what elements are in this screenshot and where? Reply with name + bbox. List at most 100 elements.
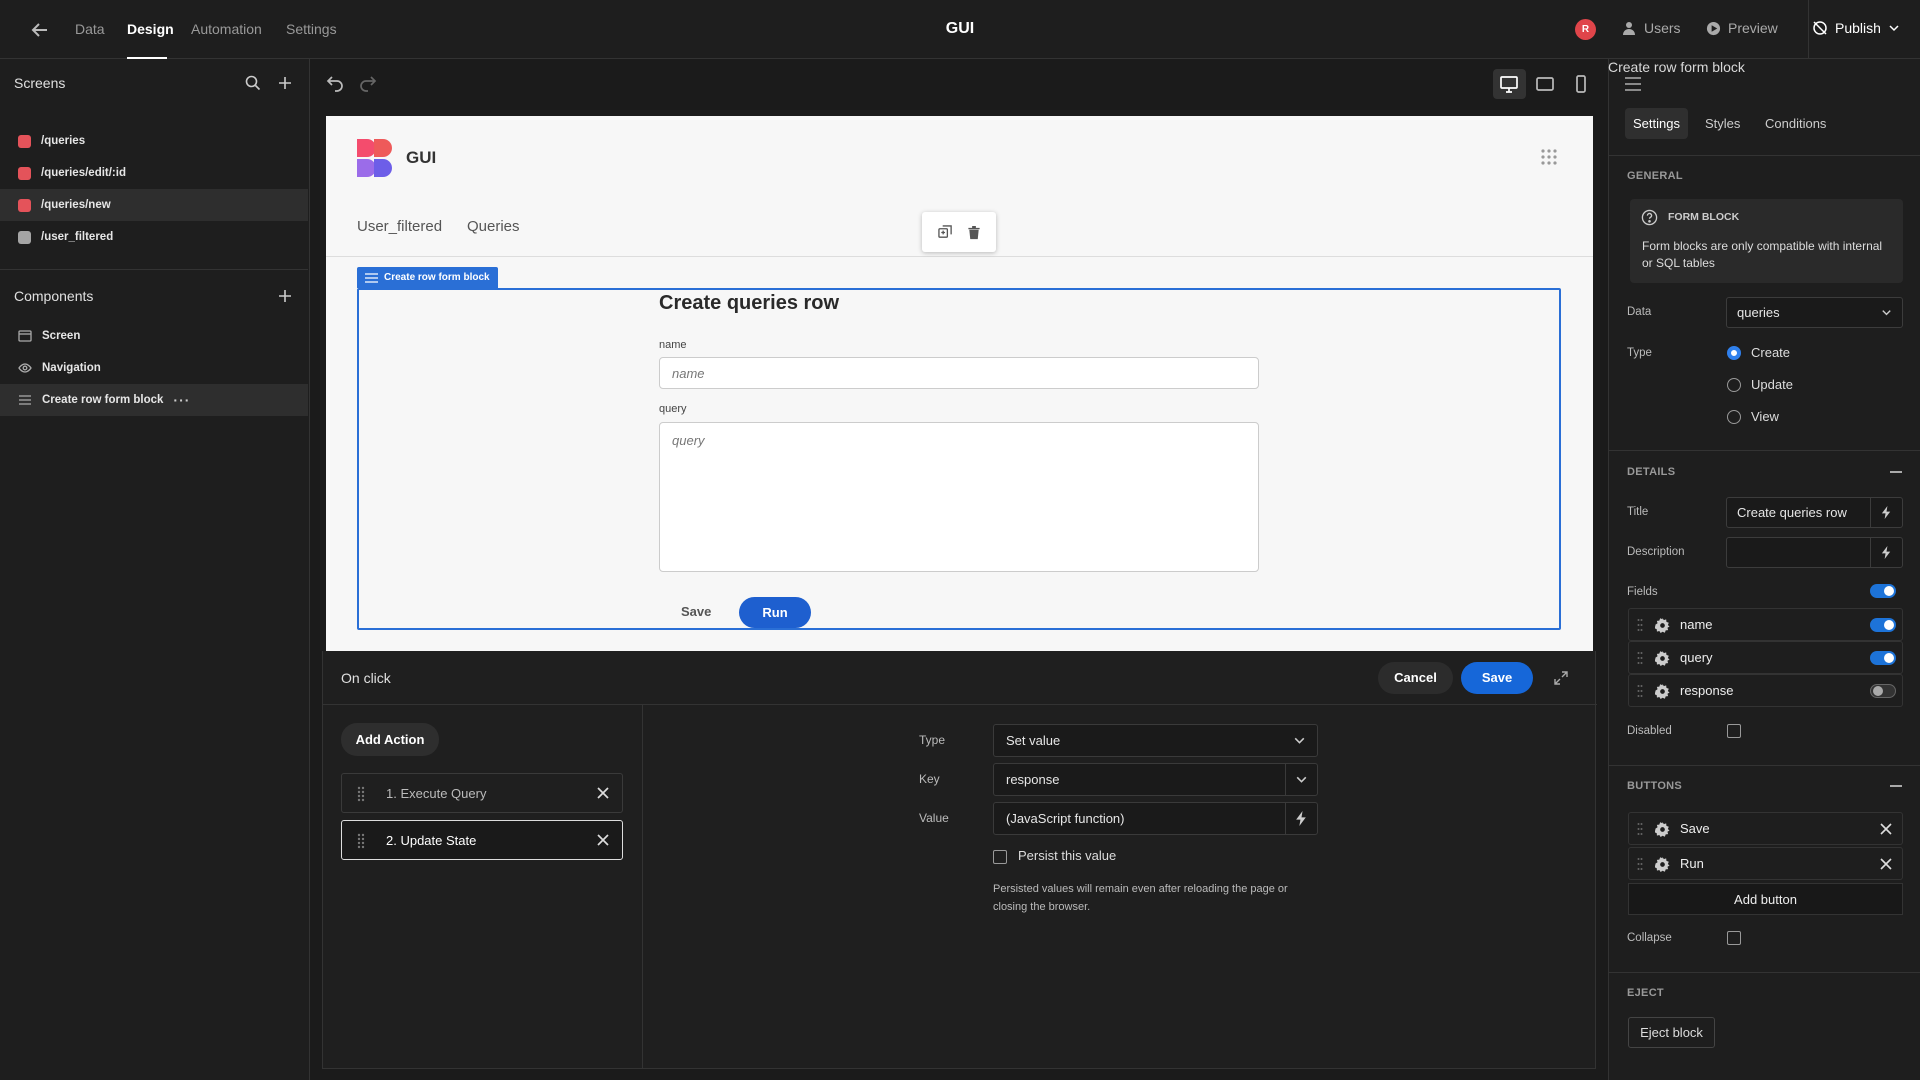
more-options-icon[interactable]: ··· bbox=[173, 392, 190, 408]
button-row-save[interactable]: Save bbox=[1628, 812, 1903, 845]
type-radio-view[interactable] bbox=[1727, 410, 1741, 424]
panel-tab-styles[interactable]: Styles bbox=[1697, 108, 1748, 139]
field-toggle-response[interactable] bbox=[1870, 684, 1896, 698]
drag-handle-icon[interactable] bbox=[1637, 857, 1643, 871]
screen-item-queries-new[interactable]: /queries/new bbox=[0, 189, 308, 221]
screen-item-user-filtered[interactable]: /user_filtered bbox=[0, 221, 308, 253]
add-button[interactable]: Add button bbox=[1628, 883, 1903, 915]
undo-icon[interactable] bbox=[324, 72, 346, 94]
redo-icon[interactable] bbox=[357, 72, 379, 94]
lightning-bolt-icon[interactable] bbox=[1880, 506, 1893, 519]
screen-route: /queries/new bbox=[41, 199, 111, 211]
description-input[interactable] bbox=[1726, 537, 1903, 568]
type-select[interactable]: Set value bbox=[993, 724, 1318, 757]
form-save-button[interactable]: Save bbox=[681, 604, 711, 619]
preview-nav-divider bbox=[326, 256, 1593, 257]
globe-off-icon bbox=[1813, 21, 1827, 35]
close-icon[interactable] bbox=[1880, 858, 1892, 870]
form-run-button[interactable]: Run bbox=[739, 597, 811, 628]
tab-design[interactable]: Design bbox=[127, 21, 174, 37]
chevron-down-icon[interactable] bbox=[1294, 772, 1309, 787]
trash-icon[interactable] bbox=[967, 225, 981, 240]
close-icon[interactable] bbox=[596, 786, 610, 800]
selected-block-label: Create row form block bbox=[357, 267, 498, 288]
field-toggle-query[interactable] bbox=[1870, 651, 1896, 665]
close-icon[interactable] bbox=[596, 833, 610, 847]
title-input[interactable]: Create queries row bbox=[1726, 497, 1903, 528]
users-button[interactable]: Users bbox=[1621, 20, 1681, 36]
value-field[interactable]: (JavaScript function) bbox=[993, 802, 1318, 835]
gear-icon[interactable] bbox=[1655, 857, 1670, 872]
drag-handle-icon[interactable] bbox=[1637, 618, 1643, 632]
gear-icon[interactable] bbox=[1655, 822, 1670, 837]
component-item-screen[interactable]: Screen bbox=[0, 320, 308, 352]
screen-item-queries-edit[interactable]: /queries/edit/:id bbox=[0, 157, 308, 189]
collapse-section-icon[interactable] bbox=[1890, 471, 1902, 473]
fields-master-toggle[interactable] bbox=[1870, 584, 1896, 598]
grid-menu-icon[interactable] bbox=[1541, 149, 1557, 165]
drag-handle-icon[interactable] bbox=[1637, 822, 1643, 836]
disabled-label: Disabled bbox=[1627, 725, 1672, 737]
search-icon[interactable] bbox=[244, 74, 262, 92]
type-option-view: View bbox=[1751, 409, 1779, 424]
action-item-execute-query[interactable]: 1. Execute Query bbox=[341, 773, 623, 813]
persist-checkbox[interactable] bbox=[993, 850, 1007, 864]
duplicate-icon[interactable] bbox=[937, 224, 953, 240]
avatar[interactable]: R bbox=[1575, 19, 1596, 40]
field-row-query[interactable]: query bbox=[1628, 641, 1903, 674]
key-combobox[interactable]: response bbox=[993, 763, 1318, 796]
drawer-cancel-button[interactable]: Cancel bbox=[1378, 662, 1453, 694]
desktop-icon[interactable] bbox=[1498, 73, 1520, 95]
component-label: Create row form block bbox=[42, 394, 164, 406]
action-label: 2. Update State bbox=[386, 832, 477, 848]
preview-button[interactable]: Preview bbox=[1706, 20, 1778, 36]
add-screen-icon[interactable] bbox=[276, 74, 294, 92]
field-toggle-name[interactable] bbox=[1870, 618, 1896, 632]
tab-data[interactable]: Data bbox=[75, 21, 105, 37]
panel-divider bbox=[1609, 972, 1920, 973]
publish-button[interactable]: Publish bbox=[1812, 20, 1900, 36]
tab-automation[interactable]: Automation bbox=[191, 21, 262, 37]
query-textarea[interactable]: query bbox=[659, 422, 1259, 572]
button-row-run[interactable]: Run bbox=[1628, 847, 1903, 880]
expand-icon[interactable] bbox=[1553, 670, 1569, 686]
gear-icon[interactable] bbox=[1655, 684, 1670, 699]
eject-block-button[interactable]: Eject block bbox=[1628, 1017, 1715, 1048]
mobile-icon[interactable] bbox=[1570, 73, 1592, 95]
gear-icon[interactable] bbox=[1655, 651, 1670, 666]
tablet-icon[interactable] bbox=[1534, 73, 1556, 95]
collapse-section-icon[interactable] bbox=[1890, 785, 1902, 787]
drag-handle-icon[interactable] bbox=[356, 786, 366, 802]
drag-handle-icon[interactable] bbox=[356, 833, 366, 849]
users-label: Users bbox=[1644, 20, 1681, 36]
info-text: Form blocks are only compatible with int… bbox=[1642, 239, 1883, 270]
component-item-create-row-form-block[interactable]: Create row form block ··· bbox=[0, 384, 308, 416]
screen-item-queries[interactable]: /queries bbox=[0, 125, 308, 157]
collapse-checkbox[interactable] bbox=[1727, 931, 1741, 945]
data-source-select[interactable]: queries bbox=[1726, 297, 1903, 328]
lightning-bolt-icon[interactable] bbox=[1880, 546, 1893, 559]
panel-tab-settings[interactable]: Settings bbox=[1625, 108, 1688, 139]
preview-nav-queries[interactable]: Queries bbox=[467, 218, 520, 235]
add-component-icon[interactable] bbox=[276, 287, 294, 305]
lightning-bolt-icon[interactable] bbox=[1294, 811, 1309, 826]
field-row-name[interactable]: name bbox=[1628, 608, 1903, 641]
component-item-navigation[interactable]: Navigation bbox=[0, 352, 308, 384]
gear-icon[interactable] bbox=[1655, 618, 1670, 633]
name-input[interactable]: name bbox=[659, 357, 1259, 389]
field-row-response[interactable]: response bbox=[1628, 674, 1903, 707]
panel-tab-conditions[interactable]: Conditions bbox=[1757, 108, 1834, 139]
disabled-checkbox[interactable] bbox=[1727, 724, 1741, 738]
type-radio-update[interactable] bbox=[1727, 378, 1741, 392]
drawer-save-button[interactable]: Save bbox=[1461, 662, 1533, 694]
screen-color-swatch bbox=[18, 166, 31, 180]
preview-nav-user-filtered[interactable]: User_filtered bbox=[357, 218, 442, 235]
back-arrow-icon[interactable] bbox=[28, 18, 52, 42]
tab-settings[interactable]: Settings bbox=[286, 21, 337, 37]
close-icon[interactable] bbox=[1880, 823, 1892, 835]
drag-handle-icon[interactable] bbox=[1637, 651, 1643, 665]
drag-handle-icon[interactable] bbox=[1637, 684, 1643, 698]
type-radio-create[interactable] bbox=[1727, 346, 1741, 360]
action-item-update-state[interactable]: 2. Update State bbox=[341, 820, 623, 860]
add-action-button[interactable]: Add Action bbox=[341, 723, 439, 756]
